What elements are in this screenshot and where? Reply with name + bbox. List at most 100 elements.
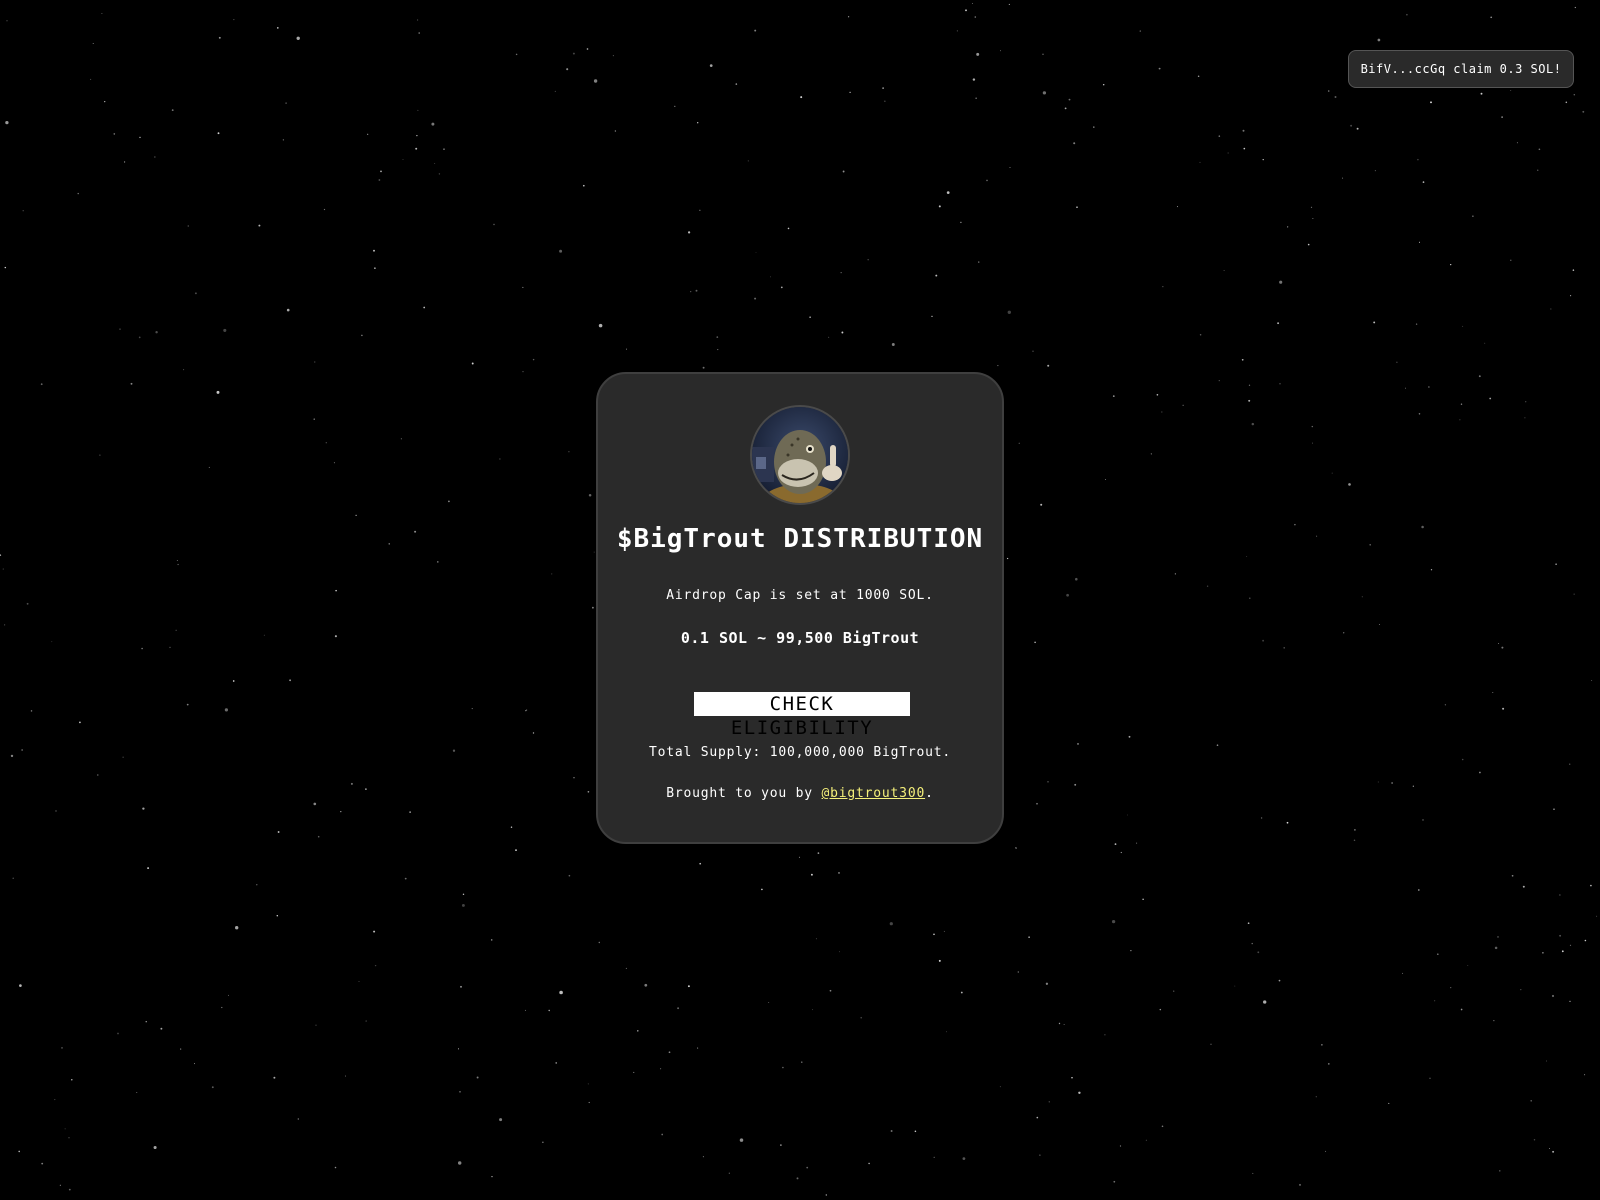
star	[1006, 557, 1009, 560]
star	[1068, 98, 1071, 101]
star	[1174, 573, 1177, 575]
star	[90, 78, 92, 80]
star	[1415, 323, 1418, 325]
star	[761, 888, 763, 891]
star	[187, 225, 189, 227]
star	[1421, 525, 1424, 529]
star	[99, 454, 101, 456]
star	[588, 1101, 590, 1104]
star	[1374, 170, 1376, 172]
star	[1042, 91, 1047, 95]
star	[548, 1009, 550, 1012]
star	[780, 1144, 782, 1146]
star	[1417, 889, 1420, 891]
star	[97, 774, 99, 776]
star	[64, 1128, 66, 1130]
star	[1331, 472, 1333, 474]
star	[754, 297, 757, 300]
star	[1048, 1101, 1050, 1103]
star	[358, 981, 360, 982]
star	[1591, 680, 1593, 681]
star	[1497, 936, 1499, 938]
star	[728, 1172, 730, 1174]
star	[1516, 142, 1518, 144]
star	[1584, 1074, 1586, 1076]
star	[1262, 639, 1264, 642]
star	[787, 227, 790, 230]
star	[806, 1166, 809, 1169]
twitter-handle-link[interactable]: @bigtrout300	[822, 786, 926, 801]
star	[660, 1068, 662, 1070]
star	[340, 811, 342, 813]
star	[1510, 90, 1512, 91]
star	[702, 1156, 704, 1158]
star	[77, 192, 79, 195]
star	[61, 1047, 63, 1049]
star	[1145, 1139, 1147, 1141]
star	[51, 641, 53, 643]
star	[1199, 161, 1201, 163]
star	[644, 983, 648, 987]
star	[1018, 442, 1020, 444]
star	[55, 810, 57, 812]
star	[124, 161, 126, 163]
star	[1032, 350, 1034, 352]
star	[194, 1063, 195, 1065]
star	[416, 134, 418, 137]
star	[1251, 942, 1253, 945]
star	[938, 959, 941, 962]
star	[1327, 1063, 1330, 1065]
star	[568, 874, 571, 877]
star	[1176, 206, 1178, 208]
star	[457, 1161, 462, 1165]
star	[22, 210, 24, 212]
star	[555, 1062, 558, 1064]
star	[847, 16, 850, 18]
star	[593, 79, 598, 83]
star	[136, 1091, 138, 1093]
star	[661, 1133, 664, 1136]
star	[491, 1176, 493, 1178]
star	[1561, 950, 1564, 953]
star	[1074, 783, 1077, 786]
star	[551, 573, 553, 575]
star	[559, 249, 563, 253]
star	[1361, 596, 1363, 598]
star	[1377, 38, 1381, 42]
star	[365, 788, 367, 790]
star	[825, 1194, 827, 1196]
star	[258, 224, 261, 227]
star	[232, 680, 235, 682]
star	[1460, 403, 1463, 405]
star	[417, 19, 419, 21]
star	[175, 629, 177, 631]
star	[1173, 990, 1175, 992]
star	[796, 1177, 799, 1180]
star	[2, 568, 4, 570]
star	[388, 543, 390, 545]
star	[587, 1083, 589, 1085]
star	[1391, 782, 1393, 784]
star	[333, 462, 335, 464]
star	[1199, 334, 1202, 336]
star	[1260, 817, 1263, 819]
star	[1162, 286, 1164, 288]
star	[68, 1137, 70, 1139]
star	[423, 306, 426, 309]
star	[459, 1090, 461, 1093]
star	[946, 191, 950, 194]
check-eligibility-button[interactable]: CHECK ELIGIBILITY	[694, 692, 910, 739]
star	[1573, 94, 1576, 96]
star	[10, 754, 14, 758]
star	[1263, 1000, 1267, 1004]
star	[1307, 243, 1310, 246]
star	[1311, 425, 1314, 428]
star	[374, 267, 376, 269]
star	[633, 1071, 635, 1073]
star	[884, 100, 886, 102]
star	[1071, 1077, 1073, 1079]
star	[1499, 1170, 1501, 1172]
star	[373, 930, 376, 933]
star	[1286, 821, 1289, 824]
star	[637, 1030, 639, 1032]
